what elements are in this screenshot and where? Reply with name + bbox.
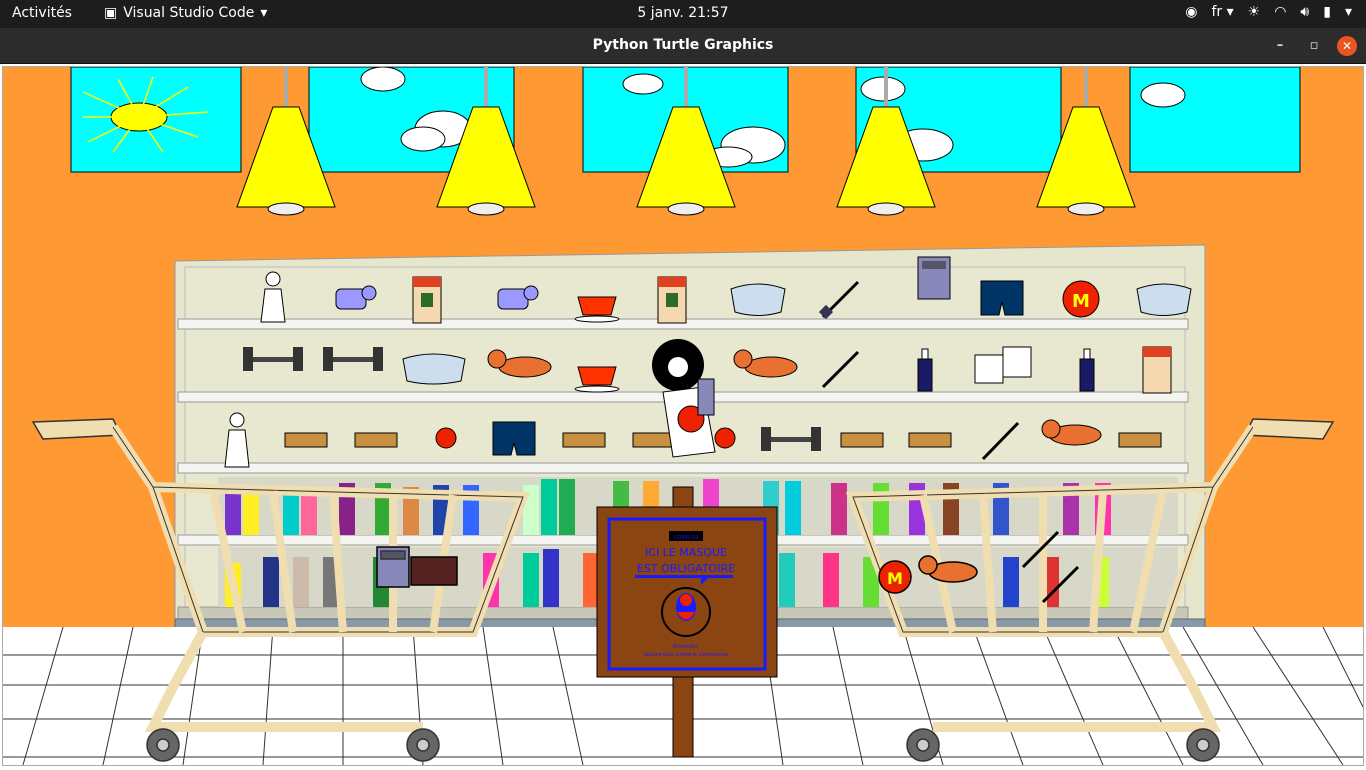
calculator-icon	[376, 546, 410, 588]
tomato-icon: M	[878, 560, 912, 594]
cup-icon	[574, 366, 620, 393]
coffee-bag-icon	[412, 276, 442, 324]
system-top-bar: Activités ▣ Visual Studio Code ▾ 5 janv.…	[0, 0, 1366, 28]
close-button[interactable]: ✕	[1337, 36, 1357, 56]
volume-icon[interactable]: 🔊︎	[1300, 4, 1309, 20]
supermarket-scene: M M COVID-19 ICI LE MASQUE EST OBLIGATOI…	[3, 66, 1364, 767]
window-title-bar: Python Turtle Graphics – ▫ ✕	[0, 28, 1366, 64]
tomato-icon	[714, 427, 736, 449]
bread-icon	[1118, 432, 1162, 448]
turtle-canvas[interactable]: M M COVID-19 ICI LE MASQUE EST OBLIGATOI…	[2, 66, 1364, 767]
minimize-button[interactable]: –	[1270, 36, 1290, 56]
brightness-icon[interactable]: ☀	[1248, 4, 1261, 20]
chevron-down-icon: ▾	[260, 5, 268, 21]
sign-footer-2: faisons face contre le coronavirus	[644, 652, 729, 658]
battery-icon[interactable]: ▮	[1323, 4, 1331, 20]
window-title: Python Turtle Graphics	[592, 37, 774, 53]
activities-button[interactable]: Activités	[12, 5, 72, 21]
tomato-icon: M	[1062, 280, 1100, 318]
sign-line-2: EST OBLIGATOIRE	[637, 562, 735, 575]
bread-icon	[632, 432, 676, 448]
system-tray: ◉ fr ▾ ☀ ◠ 🔊︎ ▮ ▾	[1185, 4, 1352, 20]
app-menu[interactable]: ▣ Visual Studio Code ▾	[104, 5, 267, 21]
cup-icon	[574, 296, 620, 323]
svg-text:M: M	[1072, 291, 1090, 312]
face-mask-icon	[1136, 283, 1192, 316]
wifi-icon[interactable]: ◠	[1274, 4, 1286, 20]
sign-line-1: ICI LE MASQUE	[645, 546, 727, 559]
sign-footer-1: Ensemble,	[673, 644, 700, 650]
sign-badge-text: COVID-19	[674, 535, 698, 541]
bread-icon	[284, 432, 328, 448]
tomato-icon	[435, 427, 457, 449]
maximize-button[interactable]: ▫	[1304, 36, 1324, 56]
svg-text:M: M	[887, 569, 903, 588]
system-menu-chevron-icon[interactable]: ▾	[1345, 4, 1352, 20]
face-mask-icon	[730, 283, 786, 316]
bread-icon	[840, 432, 884, 448]
bread-icon	[908, 432, 952, 448]
bread-icon	[562, 432, 606, 448]
bread-icon	[354, 432, 398, 448]
app-menu-label: Visual Studio Code	[123, 5, 255, 21]
vscode-icon: ▣	[104, 5, 118, 21]
language-selector[interactable]: fr ▾	[1211, 4, 1233, 20]
book-icon	[410, 556, 458, 586]
calculator-icon	[917, 256, 951, 300]
face-mask-icon	[402, 353, 466, 385]
coffee-bag-icon	[1142, 346, 1172, 394]
coffee-bag-icon	[657, 276, 687, 324]
discord-icon[interactable]: ◉	[1185, 4, 1197, 20]
language-label: fr	[1211, 4, 1223, 20]
